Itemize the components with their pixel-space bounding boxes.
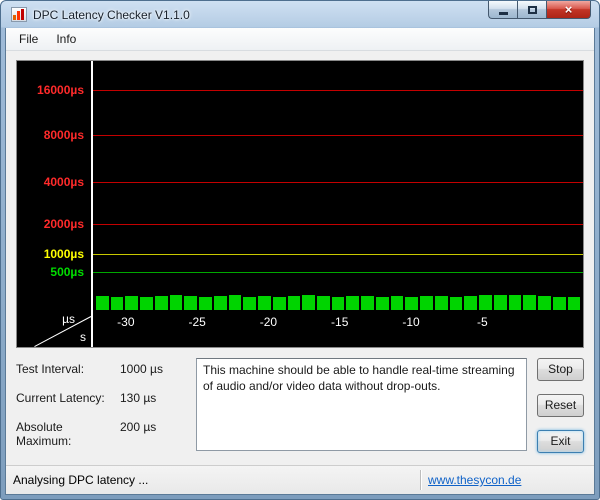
axis-corner: µs s <box>17 310 92 347</box>
app-icon <box>11 7 27 22</box>
latency-bar <box>154 296 168 310</box>
latency-bar <box>125 296 139 310</box>
maximize-icon <box>527 5 537 14</box>
x-axis-tick: -10 <box>402 315 420 329</box>
latency-bar <box>228 295 242 310</box>
maximize-button[interactable] <box>517 1 546 19</box>
exit-button[interactable]: Exit <box>537 430 584 453</box>
stats-panel: Test Interval: 1000 µs Current Latency: … <box>16 358 196 463</box>
latency-bar <box>331 297 345 310</box>
analysis-message: This machine should be able to handle re… <box>196 358 527 451</box>
latency-bar <box>449 297 463 310</box>
x-axis-tick: -20 <box>259 315 278 329</box>
menu-bar: File Info <box>6 28 594 51</box>
latency-bar <box>140 297 153 310</box>
stat-row-absolute-maximum: Absolute Maximum: 200 µs <box>16 420 196 448</box>
latency-bar <box>96 296 109 310</box>
latency-bar <box>302 295 316 310</box>
latency-bar <box>287 296 301 310</box>
x-axis-tick: -30 <box>117 315 135 329</box>
latency-bar <box>272 297 286 310</box>
latency-bar <box>110 297 124 310</box>
stat-row-current-latency: Current Latency: 130 µs <box>16 391 196 405</box>
x-axis-tick: -15 <box>331 315 349 329</box>
app-window: DPC Latency Checker V1.1.0 × File Info 1… <box>0 0 600 500</box>
latency-bar <box>538 296 551 310</box>
latency-bar <box>199 297 212 310</box>
latency-bar <box>405 297 419 310</box>
x-axis-tick: -25 <box>188 315 206 329</box>
close-icon: × <box>564 2 573 17</box>
gridline-500 <box>93 272 583 274</box>
lower-panel: Test Interval: 1000 µs Current Latency: … <box>16 358 584 463</box>
latency-bar <box>479 295 492 310</box>
latency-bar <box>169 295 183 310</box>
latency-chart: 16000µs 8000µs 4000µs 2000µs 1000µs 500µs µs … <box>16 60 584 348</box>
x-axis-ticks: -30 -25 -20 -15 -10 -5 <box>91 310 583 347</box>
x-unit-label: s <box>80 330 86 344</box>
latency-bar <box>213 296 227 310</box>
minimize-button[interactable] <box>488 1 517 19</box>
stat-row-test-interval: Test Interval: 1000 µs <box>16 362 196 376</box>
content-area: 16000µs 8000µs 4000µs 2000µs 1000µs 500µs µs … <box>6 51 594 465</box>
y-axis-label: 4000µs <box>43 174 84 189</box>
button-column: Stop Reset Exit <box>537 358 584 463</box>
gridline-16000 <box>93 89 583 91</box>
thesycon-link[interactable]: www.thesycon.de <box>428 473 521 487</box>
y-axis-label: 500µs <box>50 265 84 280</box>
x-axis: µs s -30 -25 -20 -15 -10 -5 <box>17 310 583 347</box>
y-axis-label: 16000µs <box>37 82 84 97</box>
window-title: DPC Latency Checker V1.1.0 <box>33 7 190 22</box>
latency-bar <box>420 296 433 310</box>
stat-label: Current Latency: <box>16 391 105 405</box>
latency-bar <box>552 297 566 310</box>
status-bar: Analysing DPC latency ... www.thesycon.d… <box>6 465 594 494</box>
latency-bar <box>493 295 507 310</box>
stop-button[interactable]: Stop <box>537 358 584 381</box>
y-axis-label: 1000µs <box>43 246 84 261</box>
menu-info[interactable]: Info <box>47 29 85 49</box>
reset-button[interactable]: Reset <box>537 394 584 417</box>
menu-file[interactable]: File <box>10 29 47 49</box>
gridline-1000 <box>93 253 583 255</box>
latency-bar <box>508 295 522 310</box>
y-axis-labels: 16000µs 8000µs 4000µs 2000µs 1000µs 500µs <box>17 61 91 310</box>
latency-bar <box>375 297 389 310</box>
y-axis-label: 2000µs <box>43 217 84 232</box>
plot-area <box>91 61 583 310</box>
stat-value: 1000 µs <box>120 362 163 376</box>
client-area: File Info 16000µs 8000µs 4000µs 2000µs 1000µ… <box>5 28 595 495</box>
latency-bar <box>464 296 478 310</box>
stat-label: Test Interval: <box>16 362 85 376</box>
stat-value: 130 µs <box>120 391 157 405</box>
app-icon-bar <box>21 9 24 20</box>
app-icon-bar <box>17 11 20 20</box>
x-axis-tick: -5 <box>476 315 488 329</box>
plot-row: 16000µs 8000µs 4000µs 2000µs 1000µs 500µs <box>17 61 583 310</box>
status-link-pane: www.thesycon.de <box>422 473 594 487</box>
latency-bar <box>390 296 404 310</box>
latency-bar <box>258 296 271 310</box>
minimize-icon <box>498 11 508 15</box>
app-icon-bar <box>13 15 16 20</box>
latency-bar <box>434 296 448 310</box>
latency-bar <box>317 296 330 310</box>
stat-label: Absolute Maximum: <box>16 420 72 448</box>
gridline-2000 <box>93 224 583 226</box>
stat-value: 200 µs <box>120 420 157 434</box>
status-text: Analysing DPC latency ... <box>13 473 149 487</box>
latency-bar <box>243 297 257 310</box>
title-bar[interactable]: DPC Latency Checker V1.1.0 × <box>5 1 595 28</box>
close-button[interactable]: × <box>546 1 591 19</box>
gridline-8000 <box>93 135 583 137</box>
latency-bar <box>567 297 581 310</box>
latency-bar <box>523 295 537 310</box>
latency-bar <box>184 296 198 310</box>
gridline-4000 <box>93 181 583 183</box>
y-unit-label: µs <box>62 312 75 326</box>
latency-bar <box>361 296 374 310</box>
y-axis-label: 8000µs <box>43 128 84 143</box>
window-controls: × <box>488 1 591 19</box>
latency-bar <box>346 296 360 310</box>
